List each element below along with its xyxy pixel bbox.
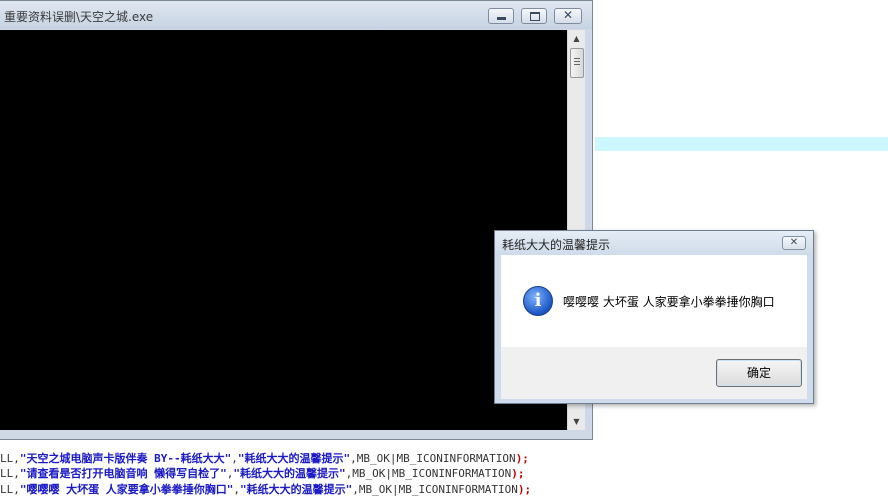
dialog-close-button[interactable]: ✕ — [782, 236, 806, 250]
dialog-message: 嘤嘤嘤 大坏蛋 人家要拿小拳拳捶你胸口 — [563, 295, 775, 309]
message-string: "请查看是否打开电脑音响 懒得写自检了" — [19, 467, 227, 480]
caption-string: "耗纸大大的温馨提示" — [233, 467, 346, 480]
ok-button[interactable]: 确定 — [716, 359, 802, 387]
caption-string: "耗纸大大的温馨提示" — [240, 483, 353, 496]
scroll-down-arrow-icon[interactable]: ▼ — [568, 413, 585, 430]
console-output-area[interactable] — [0, 30, 567, 430]
minimize-button[interactable] — [488, 8, 514, 24]
console-titlebar[interactable]: 重要资料误删\天空之城.exe ✕ — [0, 1, 592, 29]
message-string: "天空之城电脑声卡版伴奏 BY--耗纸大大" — [19, 452, 232, 465]
console-window-title: 重要资料误删\天空之城.exe — [4, 10, 154, 24]
maximize-icon — [530, 12, 540, 21]
caption-string: "耗纸大大的温馨提示" — [237, 452, 351, 465]
dialog-titlebar[interactable]: 耗纸大大的温馨提示 ✕ — [495, 231, 813, 255]
minimize-icon — [497, 17, 506, 20]
info-icon: i — [523, 286, 553, 316]
close-icon: ✕ — [789, 237, 799, 248]
code-line: LL,"天空之城电脑声卡版伴奏 BY--耗纸大大","耗纸大大的温馨提示",MB… — [0, 452, 529, 465]
dialog-body: i 嘤嘤嘤 大坏蛋 人家要拿小拳拳捶你胸口 — [501, 255, 807, 347]
message-string: "嘤嘤嘤 大坏蛋 人家要拿小拳拳捶你胸口" — [19, 483, 234, 496]
code-line: LL,"嘤嘤嘤 大坏蛋 人家要拿小拳拳捶你胸口","耗纸大大的温馨提示",MB_… — [0, 483, 532, 496]
close-button[interactable]: ✕ — [554, 8, 582, 24]
dialog-footer: 确定 — [501, 347, 807, 399]
dialog-title: 耗纸大大的温馨提示 — [502, 238, 611, 252]
maximize-button[interactable] — [521, 8, 547, 24]
code-line: LL,"请查看是否打开电脑音响 懒得写自检了","耗纸大大的温馨提示",MB_O… — [0, 467, 525, 480]
scrollbar-thumb[interactable] — [570, 48, 584, 78]
message-box-dialog: 耗纸大大的温馨提示 ✕ i 嘤嘤嘤 大坏蛋 人家要拿小拳拳捶你胸口 确定 — [494, 230, 814, 404]
close-icon: ✕ — [562, 8, 574, 22]
highlighted-code-line — [595, 137, 888, 151]
scroll-up-arrow-icon[interactable]: ▲ — [568, 30, 585, 47]
